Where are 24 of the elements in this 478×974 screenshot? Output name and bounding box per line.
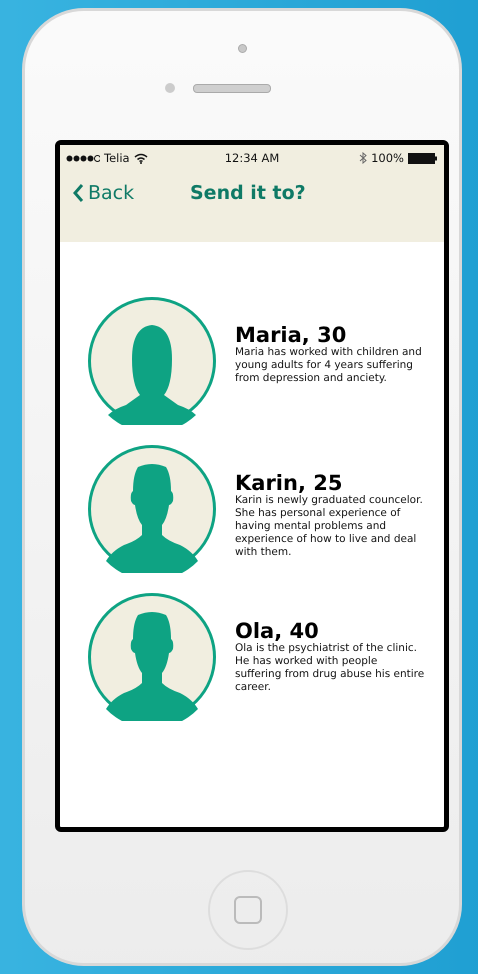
camera-icon (238, 44, 246, 53)
avatar-silhouette-icon[interactable] (88, 593, 216, 721)
person-description: Ola is the psychiatrist of the clinic. He has worked with people suffering from drug abuse his entire career. (235, 642, 425, 694)
bluetooth-icon (359, 152, 368, 164)
wifi-icon (134, 152, 148, 164)
speaker-icon (193, 84, 271, 92)
status-time: 12:34 AM (224, 151, 280, 165)
battery-icon (408, 152, 438, 164)
home-square-icon (234, 896, 262, 924)
person-name: Maria, 30 (235, 325, 348, 346)
back-button[interactable]: Back (66, 182, 134, 204)
avatar-silhouette-icon[interactable] (88, 445, 216, 573)
home-button[interactable] (208, 870, 288, 950)
person-name: Ola, 40 (235, 621, 320, 642)
battery-percent: 100% (371, 151, 404, 165)
person-name: Karin, 25 (235, 473, 344, 494)
avatar-silhouette-icon[interactable] (88, 297, 216, 425)
sensor-icon (165, 83, 175, 93)
person-description: Maria has worked with children and young adults for 4 years suffering from depression and anciety. (235, 346, 423, 385)
carrier-name: Telia (104, 151, 130, 165)
person-description: Karin is newly graduated councelor. She has personal experience of having mental problems and experience of how to live and deal with them. (235, 494, 424, 559)
chevron-left-icon (72, 183, 84, 203)
signal-icon (66, 154, 100, 162)
screen-title: Send it to? (190, 182, 306, 204)
